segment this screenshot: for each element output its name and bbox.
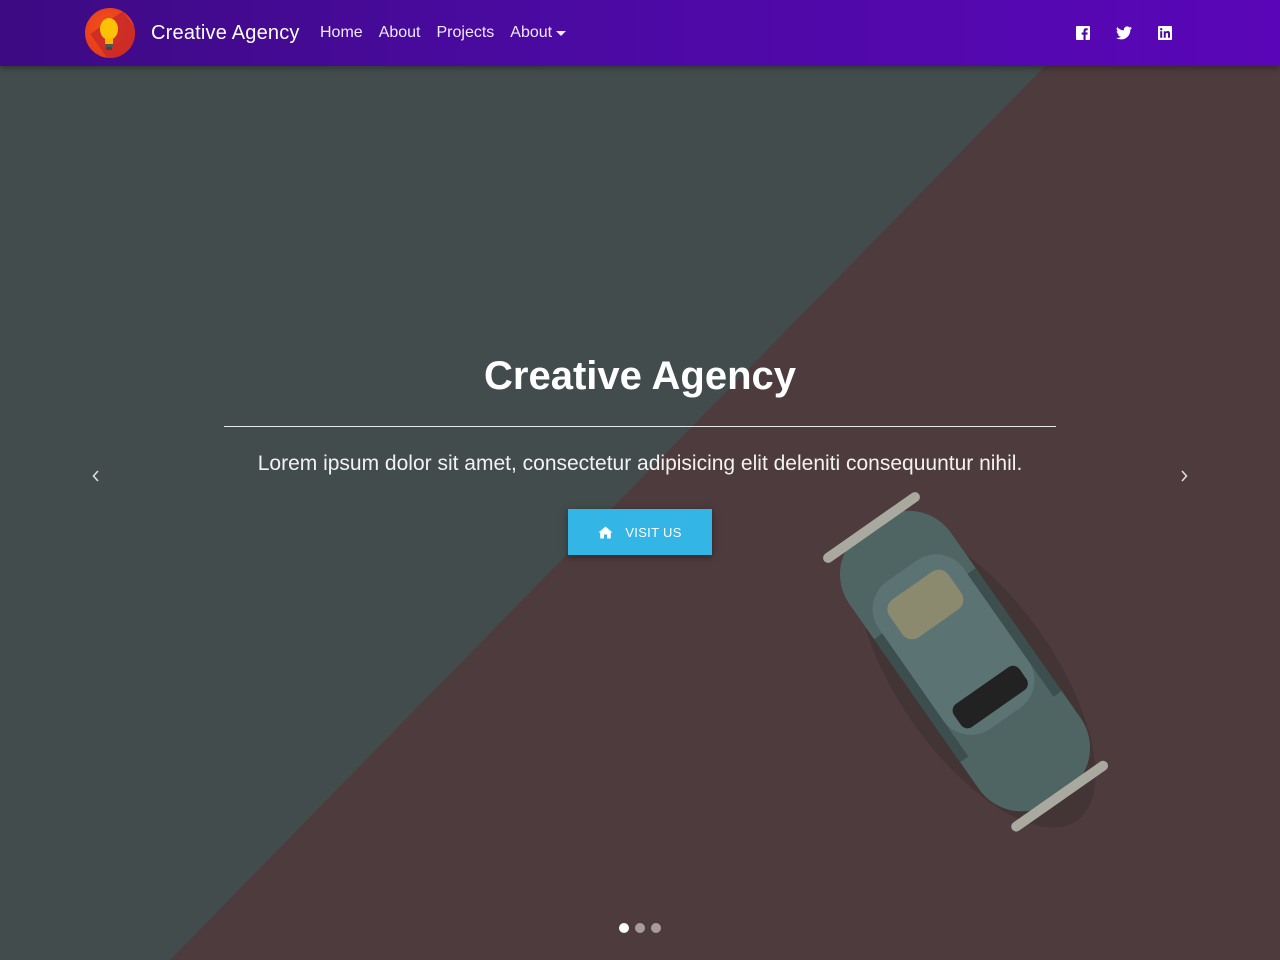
carousel-indicator-2[interactable]: [635, 923, 645, 933]
visit-us-button[interactable]: VISIT US: [568, 509, 712, 555]
slide-text: Lorem ipsum dolor sit amet, consectetur …: [257, 452, 1023, 475]
slide-title: Creative Agency: [484, 354, 796, 398]
facebook-icon: [1075, 26, 1090, 40]
carousel-indicator-1[interactable]: [619, 923, 629, 933]
chevron-left-icon: [92, 470, 99, 482]
nav-link-about[interactable]: About: [371, 24, 429, 42]
navbar: Creative Agency Home About Projects Abou…: [0, 0, 1280, 66]
linkedin-link[interactable]: [1144, 18, 1185, 48]
brand-name: Creative Agency: [151, 21, 300, 44]
visit-us-label: VISIT US: [625, 524, 682, 540]
carousel-indicators: [0, 923, 1280, 933]
nav-dropdown-about[interactable]: About: [502, 24, 574, 42]
facebook-link[interactable]: [1062, 18, 1103, 48]
nav-links: Home About Projects About: [312, 0, 574, 66]
carousel-indicator-3[interactable]: [651, 923, 661, 933]
twitter-icon: [1115, 26, 1132, 40]
nav-dropdown-label: About: [510, 24, 553, 41]
social-links: [1062, 0, 1185, 66]
twitter-link[interactable]: [1103, 18, 1144, 48]
carousel-next-button[interactable]: [1169, 461, 1199, 491]
caption-divider: [224, 426, 1056, 427]
linkedin-icon: [1157, 26, 1172, 40]
chevron-right-icon: [1181, 470, 1188, 482]
nav-link-home[interactable]: Home: [312, 24, 371, 42]
lightbulb-icon: [85, 8, 135, 58]
carousel-prev-button[interactable]: [81, 461, 111, 491]
hero-carousel: Creative Agency Lorem ipsum dolor sit am…: [0, 66, 1280, 960]
slide-caption: Creative Agency Lorem ipsum dolor sit am…: [224, 348, 1056, 555]
caret-down-icon: [556, 30, 567, 36]
nav-link-projects[interactable]: Projects: [429, 24, 503, 42]
home-icon: [598, 526, 613, 539]
brand-link[interactable]: Creative Agency: [85, 8, 300, 58]
